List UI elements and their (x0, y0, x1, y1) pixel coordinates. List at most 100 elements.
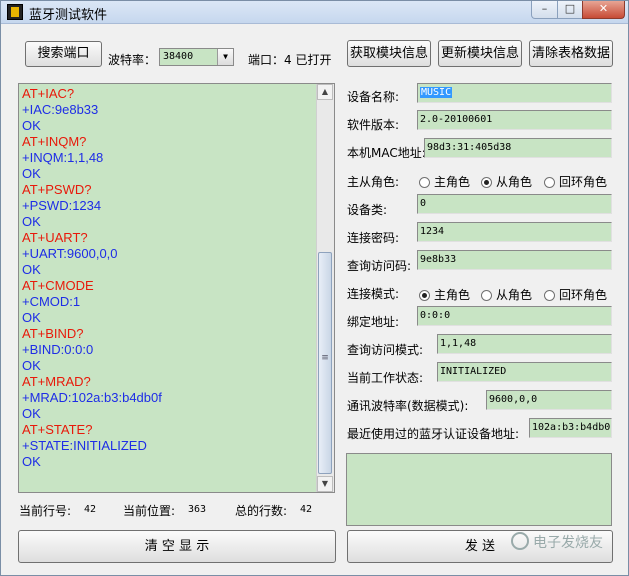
watermark-logo-icon (511, 532, 529, 550)
grip-icon: ≡ (321, 353, 329, 363)
bind-address-field[interactable]: 0:0:0 (417, 306, 612, 326)
bind-address-label: 绑定地址: (347, 315, 400, 329)
clear-table-button[interactable]: 清除表格数据 (529, 40, 613, 67)
log-line: +STATE:INITIALIZED (22, 438, 147, 453)
log-line: +INQM:1,1,48 (22, 150, 104, 165)
radio-icon[interactable] (481, 290, 492, 301)
radio-icon[interactable] (419, 177, 430, 188)
baud-rate-label: 波特率： (108, 53, 157, 67)
inquiry-mode-field[interactable]: 1,1,48 (437, 334, 612, 354)
conn-mode-option-label: 回环角色 (559, 288, 608, 302)
uart-field[interactable]: 9600,0,0 (486, 390, 612, 410)
device-name-value: MUSIC (420, 87, 453, 98)
conn-mode-option-label: 主角色 (434, 288, 471, 302)
conn-mode-radio-slave[interactable]: 从角色 (481, 286, 532, 303)
connection-mode-label: 连接模式: (347, 287, 400, 301)
log-scrollbar[interactable]: ▲ ≡ ▼ (316, 84, 334, 492)
watermark-text: 电子发烧友 (533, 535, 603, 551)
current-position-value: 363 (188, 504, 207, 515)
device-class-field[interactable]: 0 (417, 194, 612, 214)
log-line: OK (22, 214, 41, 229)
current-position-label: 当前位置: (123, 504, 176, 518)
log-output[interactable]: AT+IAC? +IAC:9e8b33 OK AT+INQM? +INQM:1,1,48… (18, 83, 335, 493)
app-icon (7, 4, 23, 20)
log-line: OK (22, 406, 41, 421)
baud-rate-value: 38400 (163, 51, 194, 62)
conn-mode-radio-master[interactable]: 主角色 (419, 286, 470, 303)
software-version-label: 软件版本: (347, 118, 400, 132)
log-line: OK (22, 454, 41, 469)
log-lines: AT+IAC? +IAC:9e8b33 OK AT+INQM? +INQM:1,1,48… (22, 86, 162, 470)
software-version-field[interactable]: 2.0-20100601 (417, 110, 612, 130)
log-line: AT+PSWD? (22, 182, 92, 197)
current-line-value: 42 (84, 504, 97, 515)
log-line: AT+IAC? (22, 86, 75, 101)
log-line: +BIND:0:0:0 (22, 342, 94, 357)
total-lines-label: 总的行数: (235, 504, 288, 518)
pin-label: 连接密码: (347, 231, 400, 245)
log-line: OK (22, 118, 41, 133)
chevron-down-icon[interactable]: ▼ (217, 49, 233, 65)
log-line: +MRAD:102a:b3:b4db0f (22, 390, 162, 405)
pin-field[interactable]: 1234 (417, 222, 612, 242)
radio-icon[interactable] (481, 177, 492, 188)
port-status: 端口：4 已打开 (248, 53, 332, 67)
log-line: OK (22, 262, 41, 277)
mac-address-label: 本机MAC地址: (347, 146, 426, 160)
title-bar[interactable]: 蓝牙测试软件 – □ ✕ (1, 1, 628, 24)
role-option-label: 回环角色 (559, 175, 608, 189)
close-button[interactable]: ✕ (582, 1, 625, 19)
log-line: +CMOD:1 (22, 294, 81, 309)
device-class-label: 设备类: (347, 203, 388, 217)
radio-icon[interactable] (544, 177, 555, 188)
log-line: OK (22, 358, 41, 373)
log-line: +IAC:9e8b33 (22, 102, 99, 117)
current-line-label: 当前行号: (19, 504, 72, 518)
conn-mode-option-label: 从角色 (496, 288, 533, 302)
work-state-field[interactable]: INITIALIZED (437, 362, 612, 382)
log-line: OK (22, 166, 41, 181)
log-line: +PSWD:1234 (22, 198, 102, 213)
clear-display-button[interactable]: 清 空 显 示 (18, 530, 336, 563)
get-module-info-button[interactable]: 获取模块信息 (347, 40, 431, 67)
minimize-button[interactable]: – (531, 1, 558, 19)
log-line: OK (22, 310, 41, 325)
recent-auth-device-label: 最近使用过的蓝牙认证设备地址: (347, 427, 520, 441)
mac-address-field[interactable]: 98d3:31:405d38 (424, 138, 612, 158)
radio-icon[interactable] (419, 290, 430, 301)
log-line: AT+UART? (22, 230, 88, 245)
baud-rate-select[interactable]: 38400 ▼ (159, 48, 234, 66)
log-line: AT+STATE? (22, 422, 93, 437)
recent-auth-device-field[interactable]: 102a:b3:b4db0 (529, 418, 612, 438)
log-line: +UART:9600,0,0 (22, 246, 118, 261)
scroll-down-icon[interactable]: ▼ (317, 476, 333, 492)
scroll-up-icon[interactable]: ▲ (317, 84, 333, 100)
role-label: 主从角色: (347, 175, 400, 189)
log-line: AT+MRAD? (22, 374, 91, 389)
send-text-input[interactable] (346, 453, 612, 526)
role-option-label: 从角色 (496, 175, 533, 189)
inquiry-mode-label: 查询访问模式: (347, 343, 424, 357)
scroll-thumb[interactable]: ≡ (318, 252, 332, 474)
update-module-info-button[interactable]: 更新模块信息 (438, 40, 522, 67)
device-name-field[interactable]: MUSIC (417, 83, 612, 103)
device-name-label: 设备名称: (347, 90, 400, 104)
radio-icon[interactable] (544, 290, 555, 301)
role-radio-master[interactable]: 主角色 (419, 173, 470, 190)
inquiry-code-label: 查询访问码: (347, 259, 412, 273)
window-title: 蓝牙测试软件 (29, 8, 108, 23)
work-state-label: 当前工作状态: (347, 371, 424, 385)
log-line: AT+CMODE (22, 278, 94, 293)
log-line: AT+INQM? (22, 134, 87, 149)
total-lines-value: 42 (300, 504, 313, 515)
inquiry-code-field[interactable]: 9e8b33 (417, 250, 612, 270)
maximize-button[interactable]: □ (557, 1, 583, 19)
uart-label: 通讯波特率(数据模式): (347, 399, 469, 413)
log-line: AT+BIND? (22, 326, 84, 341)
role-radio-loopback[interactable]: 回环角色 (544, 173, 607, 190)
role-option-label: 主角色 (434, 175, 471, 189)
search-port-button[interactable]: 搜索端口 (25, 41, 102, 67)
app-window: 蓝牙测试软件 – □ ✕ 搜索端口 波特率： 38400 ▼ 端口：4 已打开 … (0, 0, 629, 576)
conn-mode-radio-loopback[interactable]: 回环角色 (544, 286, 607, 303)
role-radio-slave[interactable]: 从角色 (481, 173, 532, 190)
